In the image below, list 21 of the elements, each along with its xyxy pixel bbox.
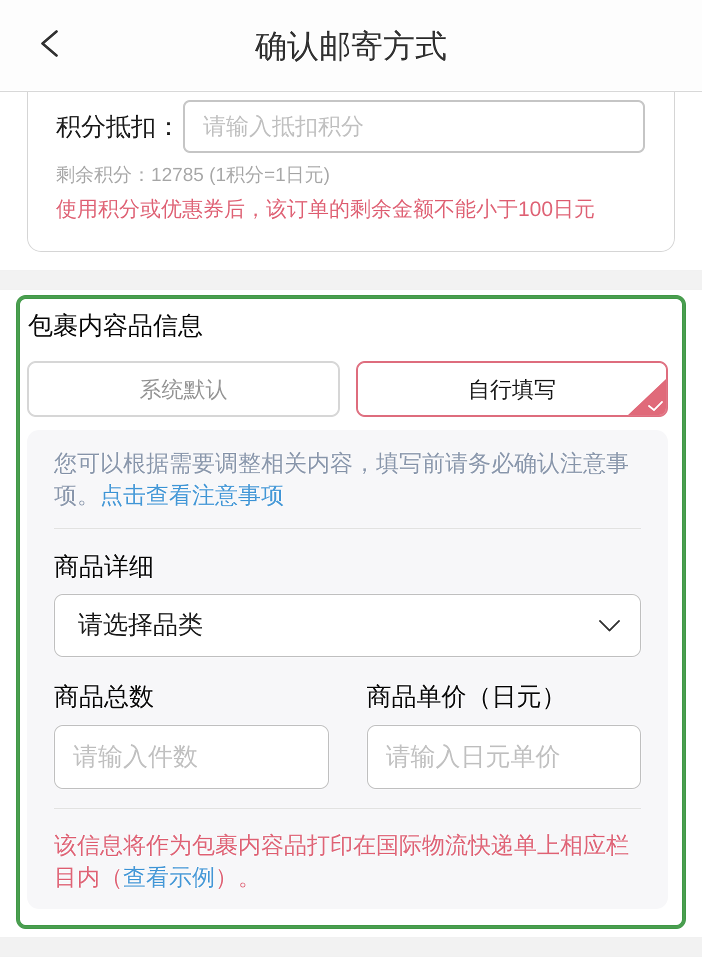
section-title: 包裹内容品信息 (27, 311, 204, 341)
unit-price-label: 商品单价（日元） (366, 682, 568, 712)
points-input[interactable]: 请输入抵扣积分 (183, 100, 645, 153)
quantity-label: 商品总数 (54, 682, 155, 712)
footnote-text: 该信息将作为包裹内容品打印在国际物流快递单上相应栏目内（查看示例）。 (54, 831, 630, 892)
detail-label: 商品详细 (54, 552, 155, 582)
example-link[interactable]: 查看示例 (123, 864, 215, 890)
notice-text: 您可以根据需要调整相关内容，填写前请务必确认注意事项。点击查看注意事项 (54, 449, 630, 510)
points-warning: 使用积分或优惠券后，该订单的剩余金额不能小于100日元 (56, 197, 596, 223)
option-tab[interactable]: 自行填写 (356, 361, 668, 417)
selected-corner-icon (628, 379, 666, 415)
page-title: 确认邮寄方式 (255, 26, 447, 66)
points-label: 积分抵扣： (56, 112, 182, 142)
unit-price-input[interactable]: 请输入日元单价 (366, 725, 641, 789)
notice-link[interactable]: 点击查看注意事项 (100, 482, 284, 508)
chevron-down-icon (599, 620, 620, 632)
option-tab[interactable]: 系统默认 (27, 361, 340, 417)
points-balance: 剩余积分：12785 (1积分=1日元) (56, 164, 331, 188)
quantity-input[interactable]: 请输入件数 (54, 725, 328, 789)
category-select[interactable]: 请选择品类 (54, 594, 641, 657)
back-icon[interactable] (40, 30, 58, 57)
